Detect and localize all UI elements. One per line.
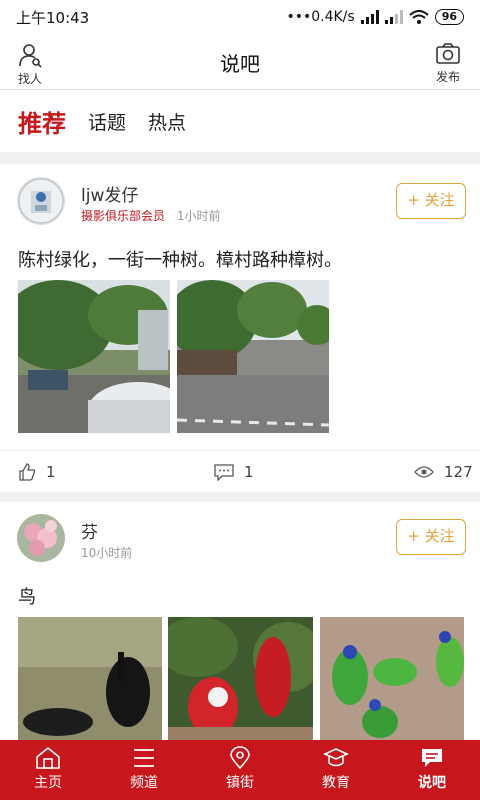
post-actions: 1 1 127 <box>0 450 480 492</box>
post-photo[interactable] <box>18 280 170 433</box>
status-icons: •••0.4K/s 96 <box>286 9 464 25</box>
view-counter: 127 <box>414 463 473 481</box>
post-photo[interactable] <box>168 617 313 740</box>
signal-icon <box>360 10 379 24</box>
post-username[interactable]: ljw发仔 <box>81 181 138 206</box>
nav-education[interactable]: 教育 <box>288 740 384 800</box>
post-photo[interactable] <box>177 280 329 433</box>
tab-bar: 推荐 话题 热点 <box>0 90 480 152</box>
follow-button[interactable]: + 关注 <box>396 183 466 219</box>
avatar[interactable] <box>17 514 65 562</box>
nav-talk[interactable]: 说吧 <box>384 740 480 800</box>
battery-indicator: 96 <box>434 9 464 25</box>
location-icon <box>230 746 250 770</box>
tab-recommend[interactable]: 推荐 <box>18 104 66 139</box>
home-icon <box>36 746 60 769</box>
follow-button[interactable]: + 关注 <box>396 519 466 555</box>
wifi-icon <box>409 10 429 24</box>
thumbs-up-icon <box>19 463 36 481</box>
comment-count: 1 <box>244 463 254 481</box>
post-photo[interactable] <box>18 617 162 740</box>
post-card: ljw发仔 摄影俱乐部会员 1小时前 + 关注 陈村绿化，一街一种树。樟村路种樟… <box>0 164 480 494</box>
bottom-navigation: 主页 频道 镇街 教育 说吧 <box>0 740 480 800</box>
member-badge: 摄影俱乐部会员 <box>81 209 166 223</box>
comment-icon <box>214 464 234 481</box>
tab-hot[interactable]: 热点 <box>148 108 186 135</box>
post-time: 1小时前 <box>176 209 221 223</box>
post-text: 鸟 <box>18 587 36 608</box>
app-header: 找人 说吧 发布 <box>0 34 480 90</box>
publish-label: 发布 <box>435 70 460 84</box>
section-divider <box>0 152 480 164</box>
signal-hd-icon <box>384 10 403 24</box>
post-username[interactable]: 芬 <box>81 518 98 543</box>
nav-home[interactable]: 主页 <box>0 740 96 800</box>
nav-label: 说吧 <box>418 775 446 791</box>
post-card: 芬 10小时前 + 关注 鸟 <box>0 502 480 740</box>
status-time: 上午10:43 <box>16 8 90 27</box>
nav-label: 频道 <box>130 775 158 791</box>
nav-label: 主页 <box>34 775 62 791</box>
post-time: 10小时前 <box>81 546 133 560</box>
view-count: 127 <box>444 463 473 481</box>
network-speed: •••0.4K/s <box>286 9 355 25</box>
list-icon <box>134 749 154 767</box>
nav-towns[interactable]: 镇街 <box>192 740 288 800</box>
post-meta: 10小时前 <box>81 544 132 561</box>
post-text: 陈村绿化，一街一种树。樟村路种樟树。 <box>18 250 342 271</box>
nav-label: 镇街 <box>226 775 254 791</box>
page-title: 说吧 <box>220 52 260 76</box>
post-meta: 摄影俱乐部会员 1小时前 <box>81 207 220 224</box>
comment-button[interactable]: 1 <box>214 463 254 481</box>
nav-label: 教育 <box>322 775 350 791</box>
avatar[interactable] <box>17 177 65 225</box>
camera-icon <box>436 43 460 64</box>
status-bar: 上午10:43 •••0.4K/s 96 <box>0 0 480 34</box>
section-divider <box>0 492 480 502</box>
graduation-cap-icon <box>323 748 349 767</box>
tab-topics[interactable]: 话题 <box>88 108 126 135</box>
like-button[interactable]: 1 <box>18 463 56 481</box>
chat-bubble-icon <box>422 749 442 767</box>
like-count: 1 <box>46 463 56 481</box>
publish-button[interactable]: 发布 <box>426 42 470 85</box>
nav-channels[interactable]: 频道 <box>96 740 192 800</box>
post-photo[interactable] <box>320 617 464 740</box>
eye-icon <box>414 466 434 478</box>
